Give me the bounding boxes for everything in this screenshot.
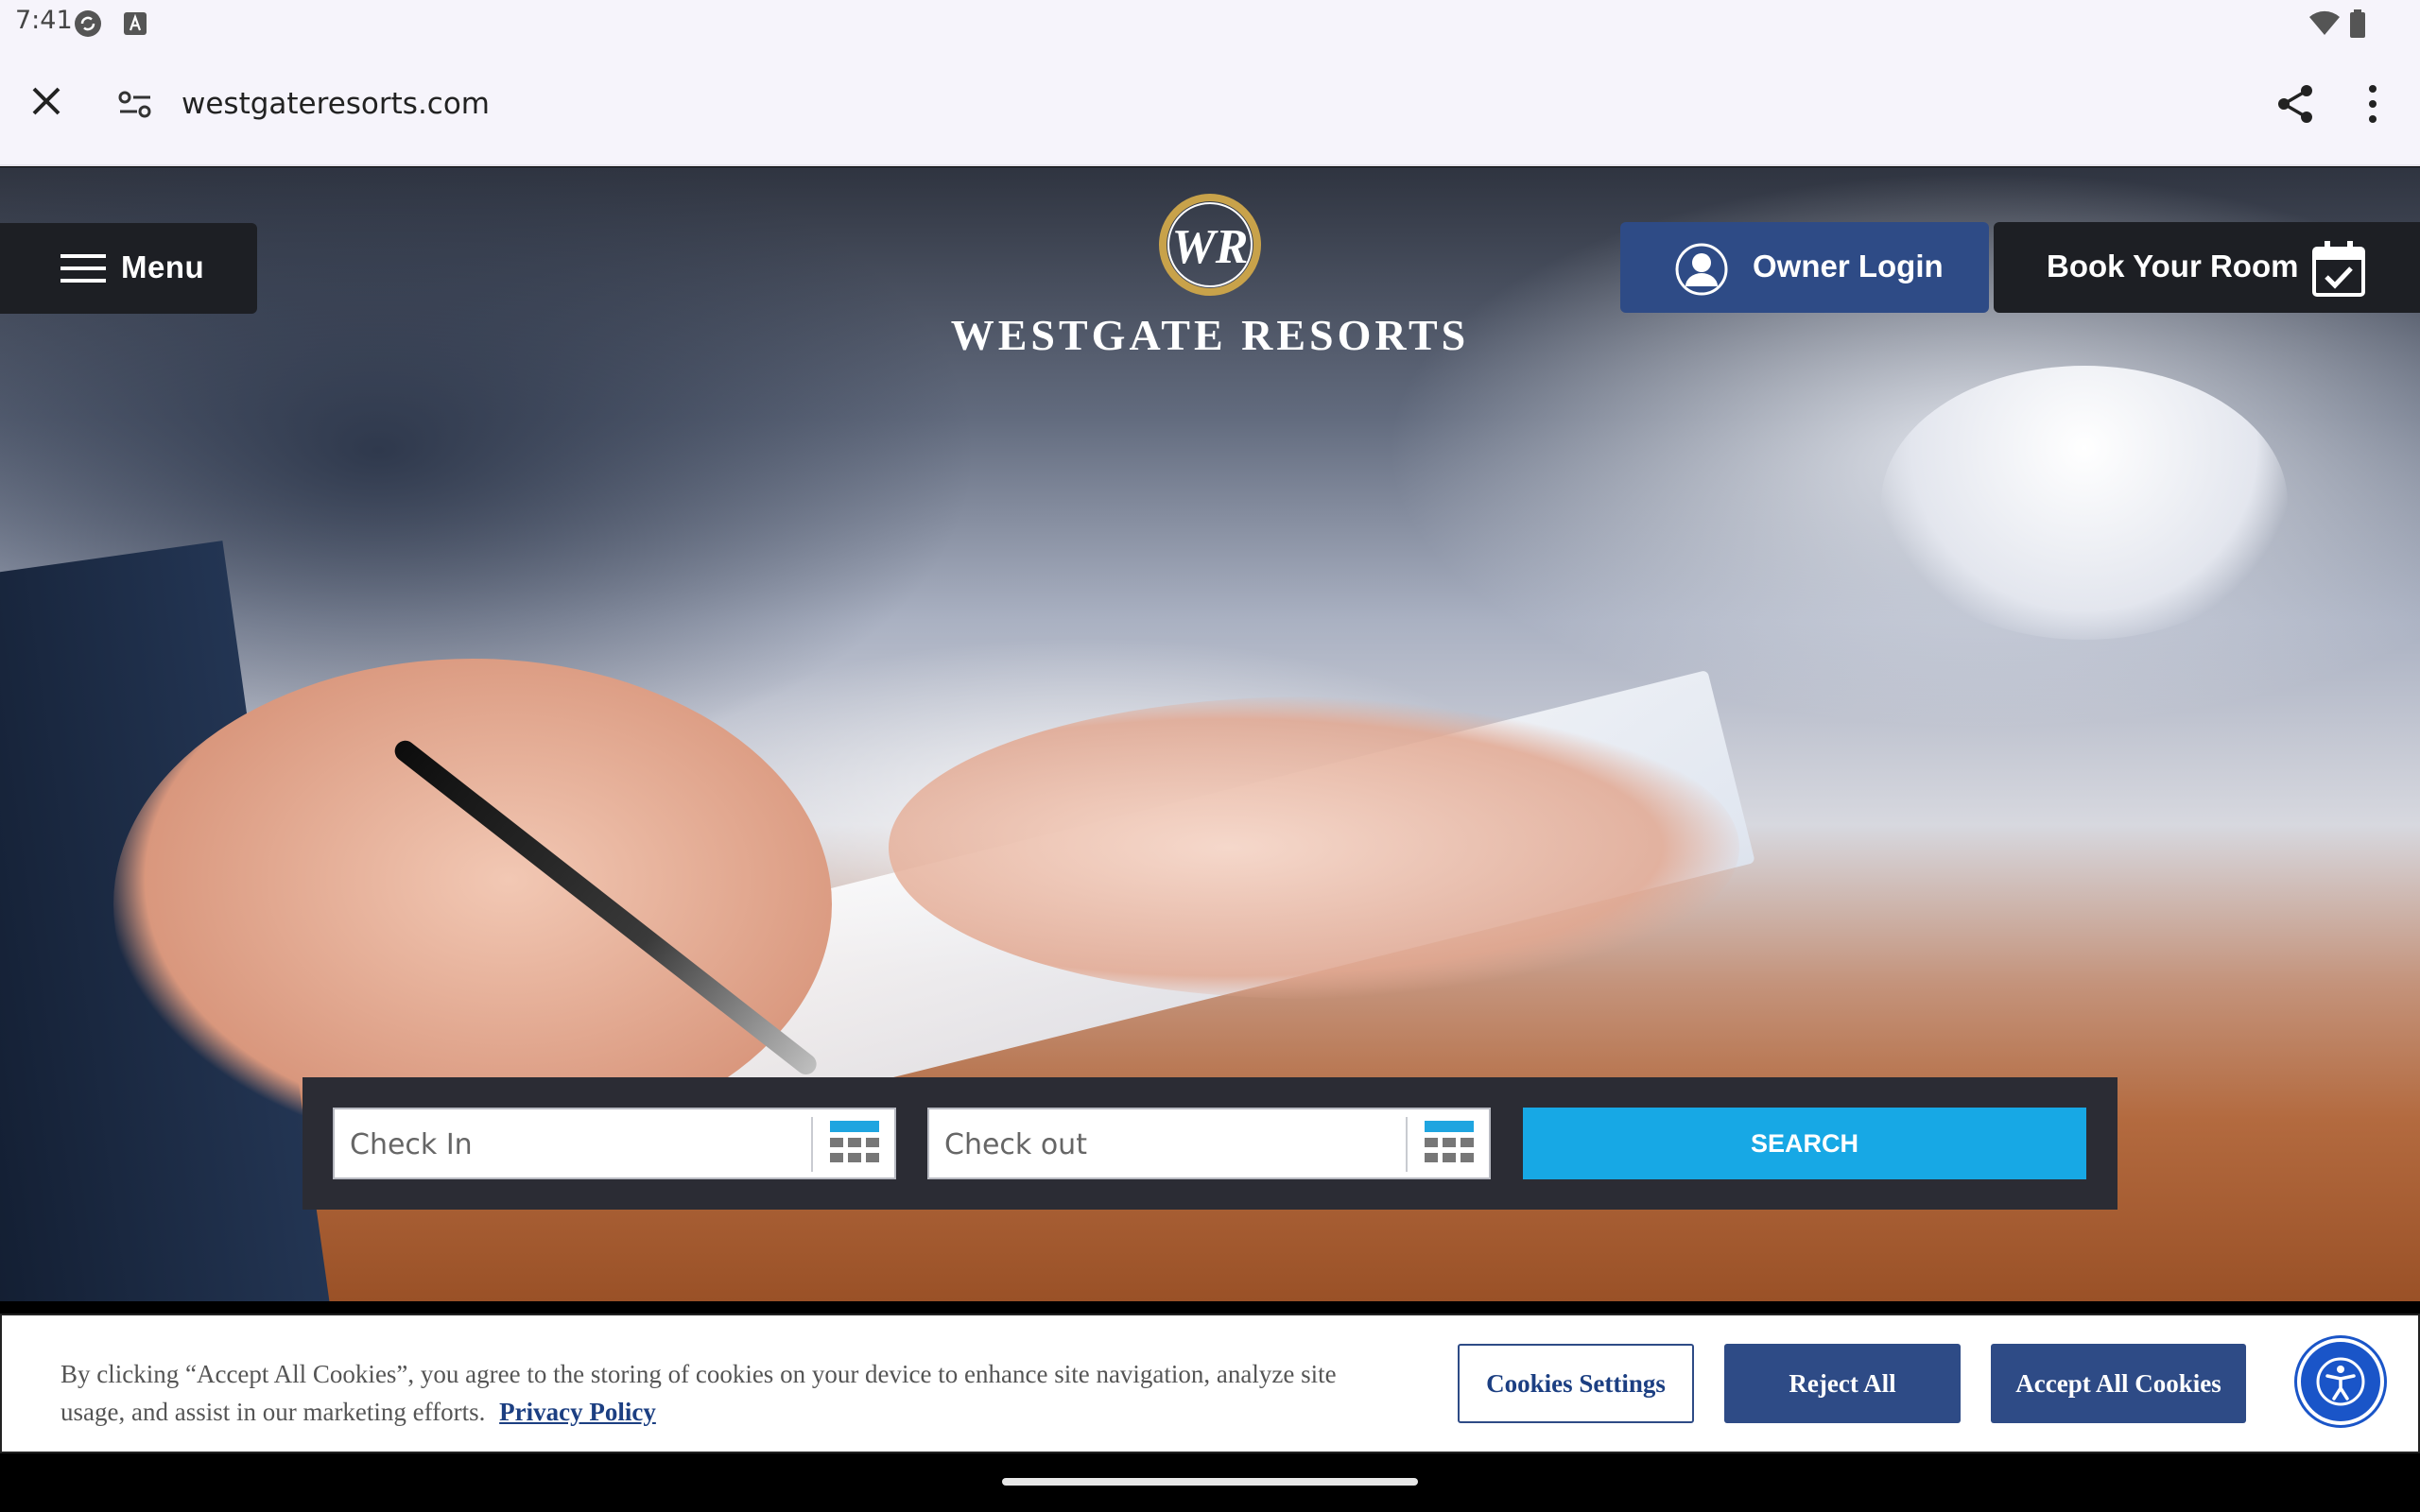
user-avatar-icon xyxy=(1675,243,1728,296)
brand-name: WESTGATE RESORTS xyxy=(950,311,1470,359)
font-a-icon xyxy=(124,12,147,35)
book-room-label: Book Your Room xyxy=(2047,249,2299,284)
calendar-icon[interactable] xyxy=(828,1119,881,1172)
menu-label: Menu xyxy=(121,249,205,284)
owner-login-button[interactable]: Owner Login xyxy=(1620,222,1989,313)
reject-all-button[interactable]: Reject All xyxy=(1724,1344,1961,1423)
hero-writing-hand-shape xyxy=(113,659,832,1150)
brand-logo[interactable]: WR WESTGATE RESORTS xyxy=(945,193,1475,363)
battery-icon xyxy=(2350,9,2365,38)
wr-emblem-icon: WR xyxy=(1159,194,1261,296)
svg-text:WR: WR xyxy=(1172,220,1249,274)
browser-toolbar: westgateresorts.com xyxy=(0,45,2420,166)
calendar-icon[interactable] xyxy=(1423,1119,1476,1172)
book-room-button[interactable]: Book Your Room xyxy=(1994,222,2420,313)
hero-cup-shape xyxy=(1881,366,2288,640)
check-in-placeholder: Check In xyxy=(350,1128,473,1161)
more-vert-icon[interactable] xyxy=(2361,83,2384,125)
system-nav-bar xyxy=(0,1455,2420,1512)
cookie-banner: By clicking “Accept All Cookies”, you ag… xyxy=(0,1314,2420,1453)
search-button[interactable]: SEARCH xyxy=(1523,1108,2086,1179)
hamburger-icon xyxy=(60,254,106,283)
hero-hand-shape xyxy=(889,696,1739,999)
privacy-policy-link[interactable]: Privacy Policy xyxy=(499,1398,656,1426)
menu-button[interactable]: Menu xyxy=(0,223,257,314)
check-out-field[interactable]: Check out xyxy=(927,1108,1491,1179)
field-divider xyxy=(1406,1117,1408,1172)
owner-login-label: Owner Login xyxy=(1753,249,1944,284)
cookie-message: By clicking “Accept All Cookies”, you ag… xyxy=(60,1360,1337,1426)
status-time: 7:41 xyxy=(15,6,73,35)
check-out-placeholder: Check out xyxy=(944,1128,1087,1161)
status-bar: 7:41 xyxy=(0,0,2420,45)
accessibility-icon xyxy=(2316,1357,2365,1406)
accept-all-cookies-button[interactable]: Accept All Cookies xyxy=(1991,1344,2246,1423)
url-text[interactable]: westgateresorts.com xyxy=(182,87,490,121)
cookie-message-container: By clicking “Accept All Cookies”, you ag… xyxy=(60,1355,1346,1431)
sync-icon xyxy=(75,10,101,37)
close-icon[interactable] xyxy=(25,79,68,123)
check-in-field[interactable]: Check In xyxy=(333,1108,896,1179)
share-icon[interactable] xyxy=(2274,83,2316,125)
cookies-settings-button[interactable]: Cookies Settings xyxy=(1458,1344,1694,1423)
site-settings-icon[interactable] xyxy=(117,87,153,123)
accessibility-button[interactable] xyxy=(2297,1338,2384,1425)
calendar-check-icon xyxy=(2312,241,2365,297)
field-divider xyxy=(811,1117,813,1172)
home-gesture-handle[interactable] xyxy=(1002,1478,1418,1486)
wifi-icon xyxy=(2309,10,2340,36)
booking-search-bar: Check In Check out SEARCH xyxy=(302,1077,2118,1210)
